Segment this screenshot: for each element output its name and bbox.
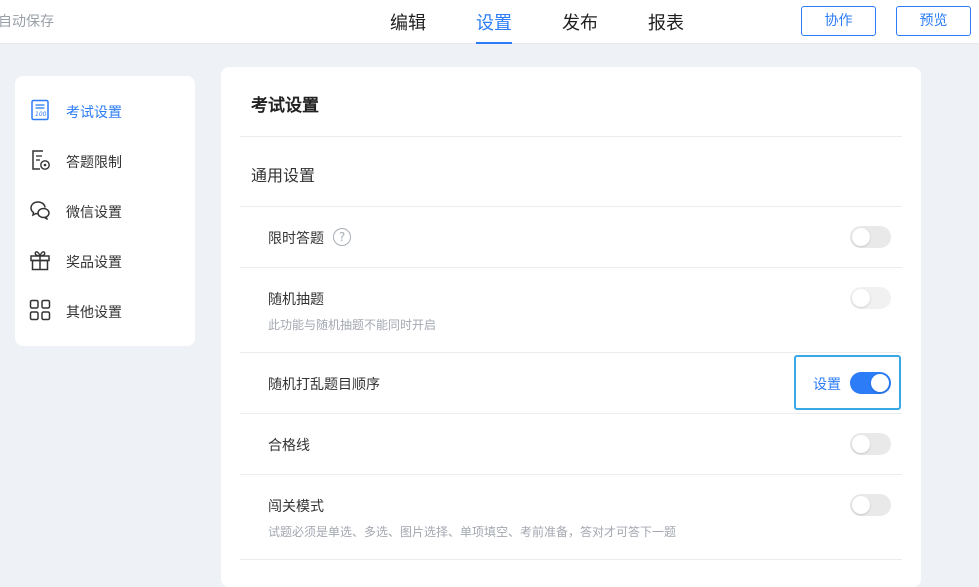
setting-label: 随机打乱题目顺序 bbox=[268, 377, 380, 393]
setting-description: 此功能与随机抽题不能同时开启 bbox=[268, 318, 437, 332]
settings-card: 考试设置 通用设置 限时答题 ? 随机抽题 此功能与随机抽题不能同时开启 随机打… bbox=[221, 67, 921, 587]
toggle-knob bbox=[852, 435, 870, 453]
tab-report[interactable]: 报表 bbox=[648, 9, 684, 44]
random-draw-toggle[interactable] bbox=[850, 287, 891, 309]
tab-publish[interactable]: 发布 bbox=[562, 9, 598, 44]
wechat-icon bbox=[29, 199, 51, 221]
toggle-knob bbox=[852, 228, 870, 246]
challenge-mode-toggle[interactable] bbox=[850, 494, 891, 516]
setting-label: 限时答题 bbox=[268, 231, 324, 247]
sidebar-item-label: 答题限制 bbox=[66, 155, 122, 171]
sidebar-item-label: 其他设置 bbox=[66, 305, 122, 321]
setting-description: 试题必须是单选、多选、图片选择、单项填空、考前准备，答对才可答下一题 bbox=[268, 525, 677, 539]
sidebar-item-prize-settings[interactable]: 奖品设置 bbox=[15, 236, 195, 286]
divider bbox=[240, 267, 902, 268]
grid-icon bbox=[29, 299, 51, 321]
gift-icon bbox=[29, 249, 51, 271]
autosave-status: 自动保存 bbox=[0, 14, 54, 30]
sidebar-item-wechat-settings[interactable]: 微信设置 bbox=[15, 186, 195, 236]
section-title: 通用设置 bbox=[251, 166, 316, 185]
divider bbox=[240, 136, 902, 137]
timed-answer-toggle[interactable] bbox=[850, 226, 891, 248]
exam-doc-icon: 100 bbox=[29, 99, 51, 121]
setting-label: 合格线 bbox=[268, 438, 310, 454]
toggle-knob bbox=[852, 289, 870, 307]
answer-limit-icon bbox=[29, 149, 51, 171]
tab-settings[interactable]: 设置 bbox=[476, 9, 512, 44]
sidebar-item-exam-settings[interactable]: 100 考试设置 bbox=[15, 86, 195, 136]
divider bbox=[240, 559, 902, 560]
shuffle-order-toggle[interactable] bbox=[850, 372, 891, 394]
help-icon[interactable]: ? bbox=[333, 228, 351, 246]
sidebar-item-other-settings[interactable]: 其他设置 bbox=[15, 286, 195, 336]
page-title: 考试设置 bbox=[251, 96, 319, 116]
svg-text:100: 100 bbox=[35, 111, 47, 118]
top-bar: 自动保存 编辑 设置 发布 报表 协作 预览 bbox=[0, 0, 979, 44]
toggle-knob bbox=[852, 496, 870, 514]
setting-label: 随机抽题 bbox=[268, 292, 324, 308]
settings-sidebar: 100 考试设置 答题限制 微信设置 奖品设置 其他设置 bbox=[15, 76, 195, 346]
sidebar-item-label: 微信设置 bbox=[66, 205, 122, 221]
toggle-knob bbox=[871, 374, 889, 392]
preview-button[interactable]: 预览 bbox=[896, 6, 971, 36]
sidebar-item-label: 考试设置 bbox=[66, 105, 122, 121]
tab-edit[interactable]: 编辑 bbox=[390, 9, 426, 44]
shuffle-settings-link[interactable]: 设置 bbox=[813, 374, 841, 394]
divider bbox=[240, 206, 902, 207]
divider bbox=[240, 474, 902, 475]
passing-line-toggle[interactable] bbox=[850, 433, 891, 455]
collaborate-button[interactable]: 协作 bbox=[801, 6, 876, 36]
sidebar-item-answer-limit[interactable]: 答题限制 bbox=[15, 136, 195, 186]
setting-label: 闯关模式 bbox=[268, 499, 324, 515]
sidebar-item-label: 奖品设置 bbox=[66, 255, 122, 271]
divider bbox=[240, 413, 902, 414]
divider bbox=[240, 352, 902, 353]
